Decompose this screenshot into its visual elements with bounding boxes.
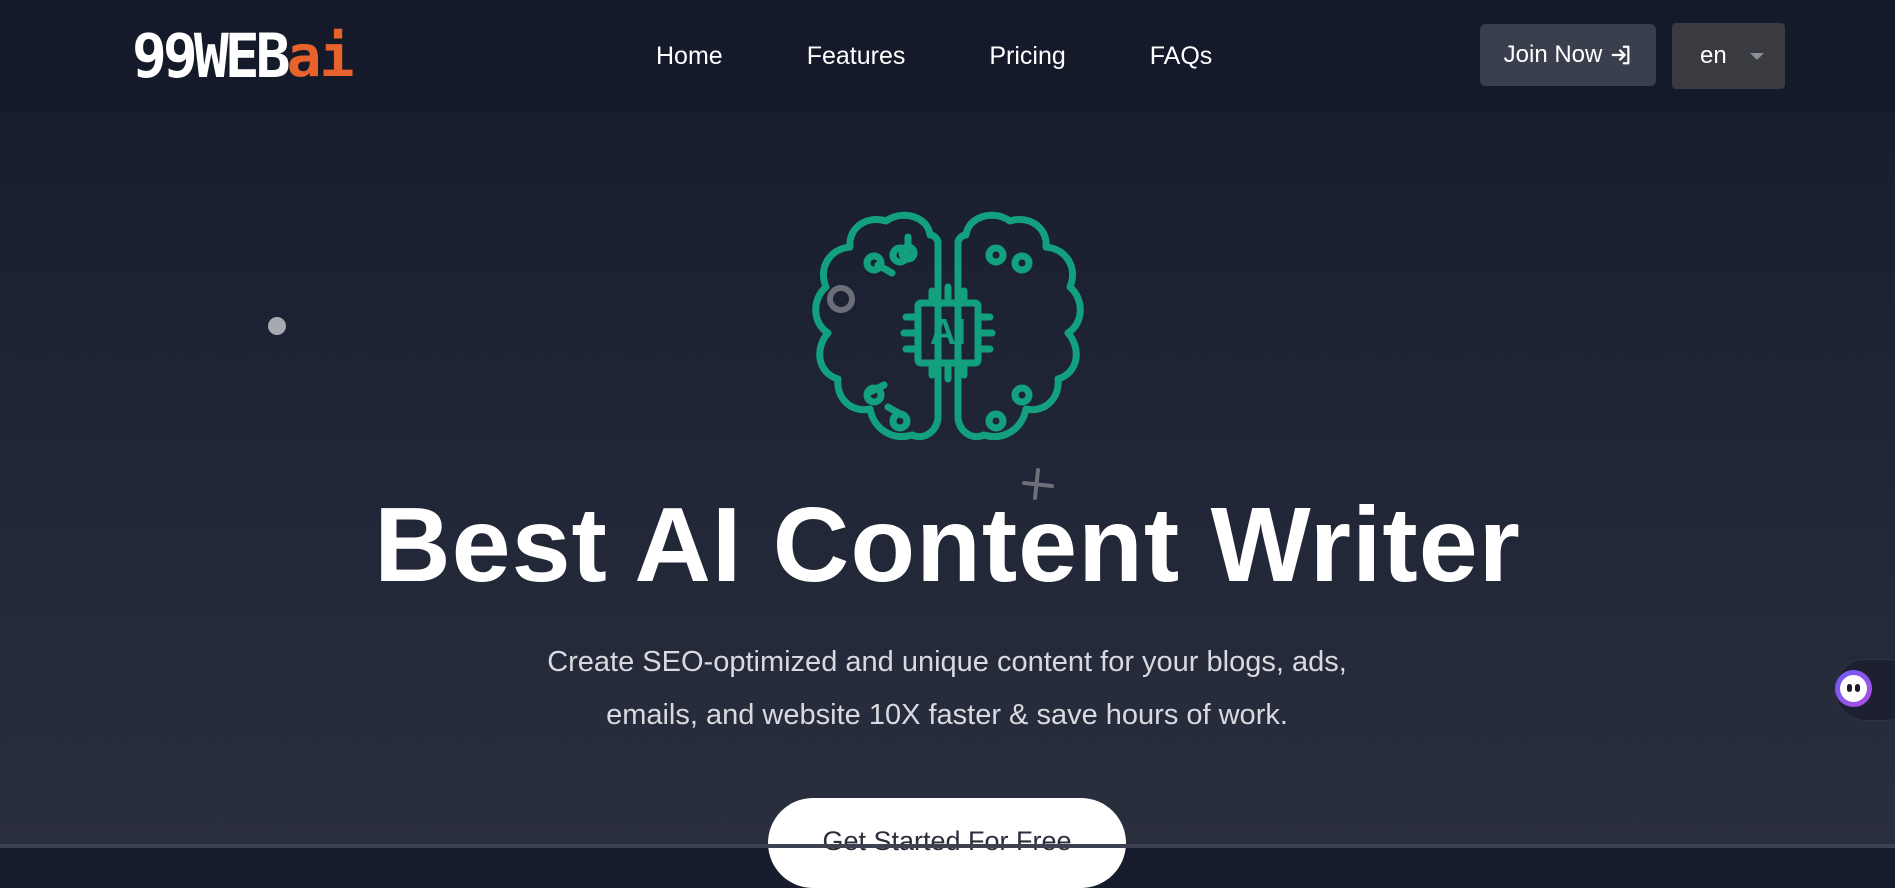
chat-bot-icon[interactable] bbox=[1835, 670, 1872, 707]
hero-subtitle-line-2: emails, and website 10X faster & save ho… bbox=[606, 699, 1288, 731]
chevron-down-icon bbox=[1750, 53, 1764, 60]
hero-subtitle-line-1: Create SEO-optimized and unique content … bbox=[547, 646, 1347, 678]
logo-text: 99WEB bbox=[132, 20, 291, 92]
chat-bot-eye bbox=[1855, 684, 1860, 692]
nav-link-faqs[interactable]: FAQs bbox=[1150, 40, 1213, 72]
navbar: 99WEB ai Home Features Pricing FAQs Join … bbox=[0, 0, 1895, 112]
nav-link-features[interactable]: Features bbox=[807, 40, 906, 72]
page-bottom-divider bbox=[0, 844, 1895, 848]
sign-in-icon bbox=[1612, 45, 1630, 65]
join-now-label: Join Now bbox=[1503, 41, 1603, 68]
get-started-label: Get Started For Free bbox=[822, 826, 1072, 856]
language-value: en bbox=[1700, 42, 1727, 69]
get-started-button[interactable]: Get Started For Free bbox=[768, 798, 1126, 888]
main-nav: Home Features Pricing FAQs bbox=[656, 40, 1212, 72]
nav-link-home[interactable]: Home bbox=[656, 40, 723, 72]
logo-accent: ai bbox=[286, 22, 355, 90]
language-dropdown[interactable]: en bbox=[1672, 23, 1785, 89]
chat-bot-eye bbox=[1847, 684, 1852, 692]
decorative-ring bbox=[827, 285, 855, 313]
join-now-button[interactable]: Join Now bbox=[1480, 24, 1656, 86]
chip-label: AI bbox=[930, 311, 966, 352]
nav-link-pricing[interactable]: Pricing bbox=[989, 40, 1065, 72]
ai-brain-circuit-icon: AI bbox=[812, 211, 1084, 440]
hero-title: Best AI Content Writer bbox=[374, 486, 1521, 604]
decorative-dot bbox=[268, 317, 286, 335]
logo[interactable]: 99WEB ai bbox=[132, 20, 355, 92]
hero-subtitle: Create SEO-optimized and unique content … bbox=[447, 636, 1447, 742]
